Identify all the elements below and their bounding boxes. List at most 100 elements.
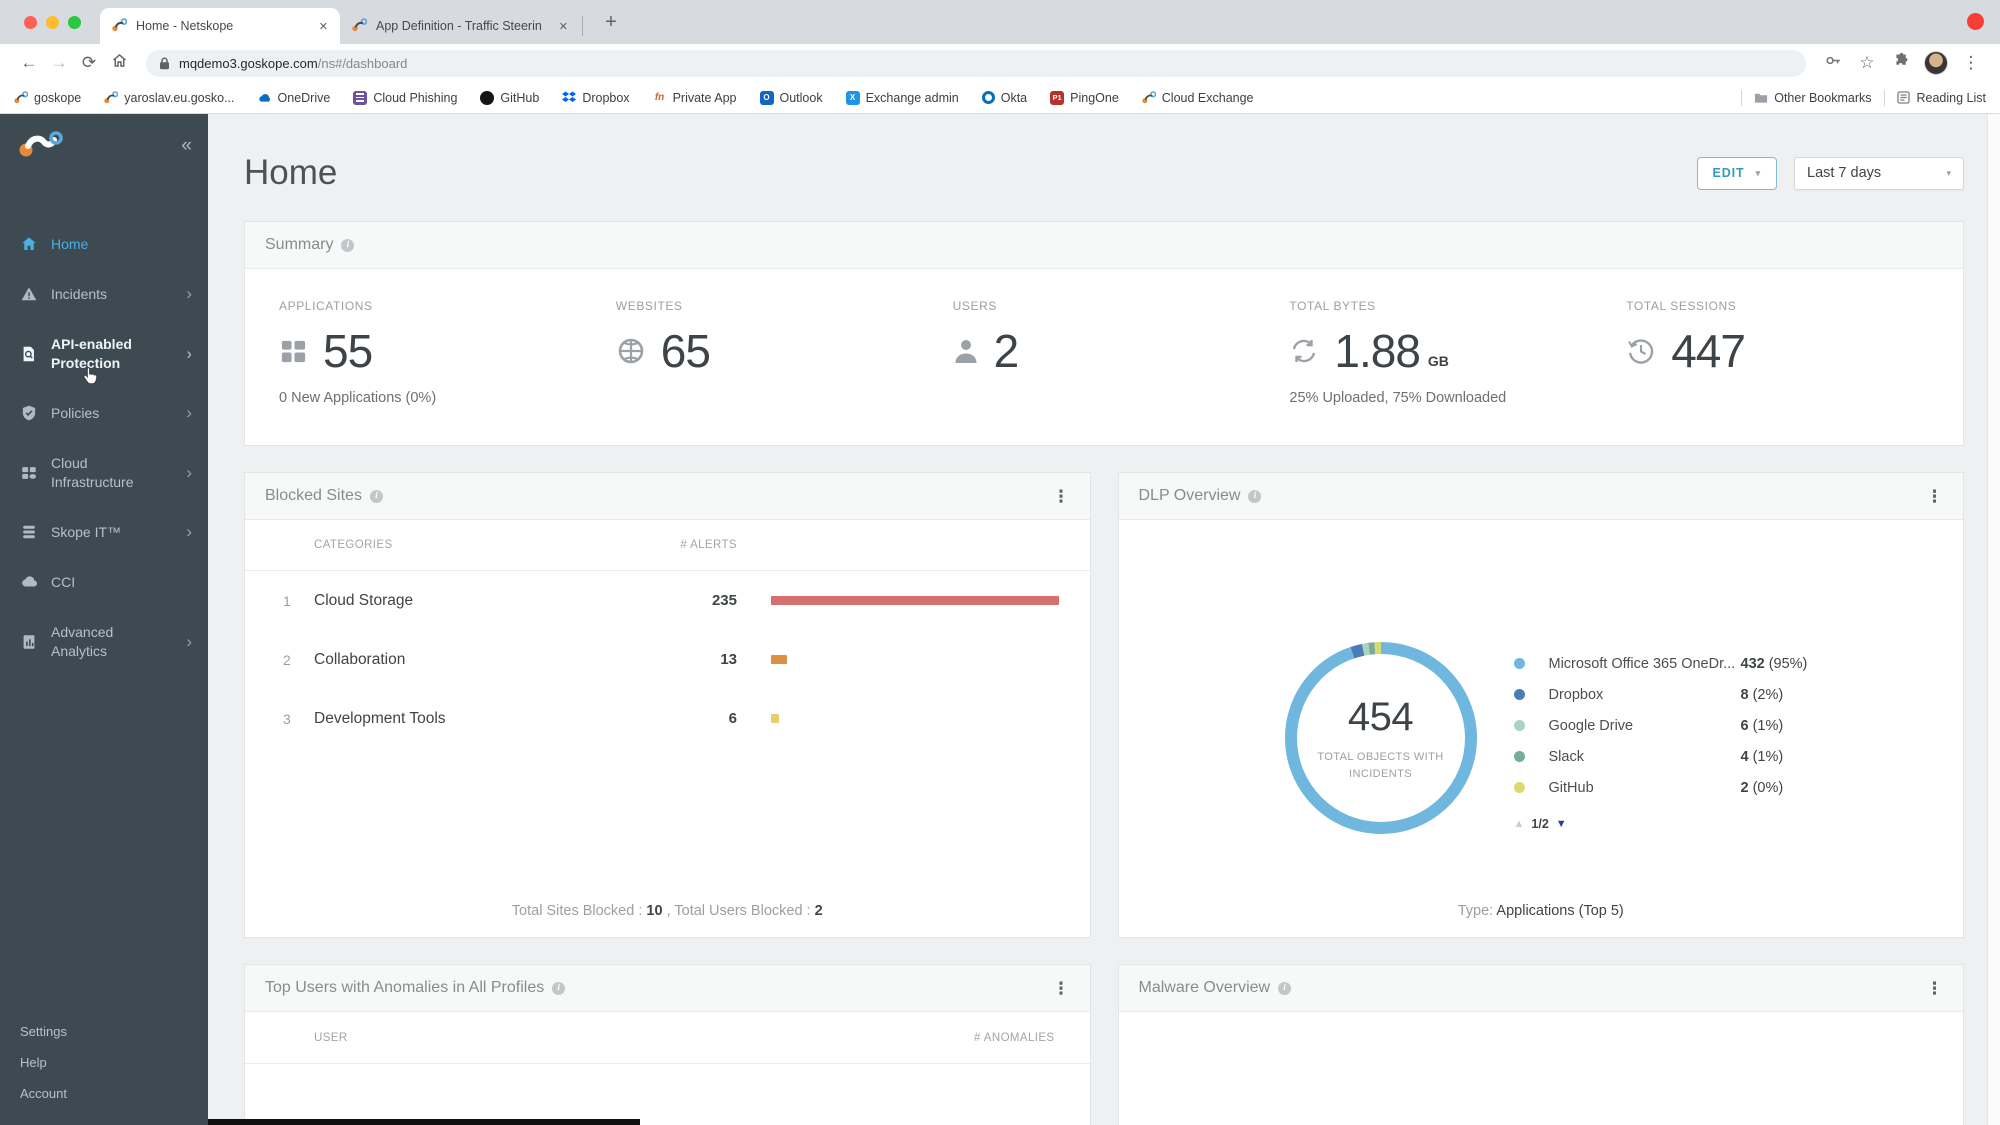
column-anomalies: # ANOMALIES bbox=[974, 1031, 1055, 1044]
browser-tab-home[interactable]: Home - Netskope ✕ bbox=[100, 8, 340, 44]
card-menu-kebab-icon[interactable]: ⋮ bbox=[1053, 980, 1070, 997]
other-bookmarks-label: Other Bookmarks bbox=[1774, 90, 1872, 105]
apps-grid-icon bbox=[279, 337, 308, 366]
sidebar-item-skope-it[interactable]: Skope IT™ › bbox=[0, 507, 208, 557]
bookmark-yaroslav[interactable]: yaroslav.eu.gosko... bbox=[104, 91, 235, 105]
card-menu-kebab-icon[interactable]: ⋮ bbox=[1053, 488, 1070, 505]
alerts-bar bbox=[771, 714, 779, 723]
stat-unit: GB bbox=[1427, 353, 1449, 369]
extensions-puzzle-icon[interactable] bbox=[1886, 52, 1916, 74]
column-alerts: # ALERTS bbox=[680, 539, 737, 551]
home-icon[interactable] bbox=[104, 52, 134, 74]
legend-item[interactable]: Dropbox 8 (2%) bbox=[1513, 679, 1808, 710]
stat-label: APPLICATIONS bbox=[279, 299, 373, 313]
edit-button[interactable]: EDIT ▾ bbox=[1696, 156, 1777, 190]
dlp-donut-chart[interactable]: 454 TOTAL OBJECTS WITH INCIDENTS bbox=[1284, 642, 1477, 834]
scrollbar-gutter[interactable] bbox=[1987, 114, 2000, 1125]
bookmark-star-icon[interactable]: ☆ bbox=[1852, 53, 1882, 73]
sidebar-item-incidents[interactable]: Incidents › bbox=[0, 269, 208, 319]
url-path: /ns#/dashboard bbox=[317, 55, 408, 71]
okta-icon bbox=[981, 91, 995, 104]
other-bookmarks-button[interactable]: Other Bookmarks bbox=[1754, 90, 1872, 105]
legend-item[interactable]: Google Drive 6 (1%) bbox=[1513, 710, 1808, 741]
stat-total-sessions: TOTAL SESSIONS 447 bbox=[1626, 299, 1963, 406]
info-icon[interactable]: i bbox=[341, 238, 355, 252]
bookmark-outlook[interactable]: O Outlook bbox=[759, 90, 823, 105]
legend-count: 2 bbox=[1740, 779, 1749, 796]
netskope-favicon-icon bbox=[352, 17, 368, 35]
sidebar-item-label: API-enabled Protection bbox=[51, 335, 132, 371]
table-row[interactable]: 1 Cloud Storage 235 bbox=[245, 571, 1090, 630]
legend-name: Microsoft Office 365 OneDr... bbox=[1548, 655, 1736, 672]
password-key-icon[interactable] bbox=[1818, 52, 1848, 74]
minimize-window-button[interactable] bbox=[46, 16, 59, 29]
forward-icon[interactable]: → bbox=[44, 53, 74, 73]
user-icon bbox=[953, 337, 979, 365]
back-icon[interactable]: ← bbox=[14, 53, 44, 73]
stat-value: 55 bbox=[323, 325, 373, 377]
outlook-icon: O bbox=[759, 90, 774, 105]
card-menu-kebab-icon[interactable]: ⋮ bbox=[1926, 488, 1943, 505]
summary-card-title: Summary bbox=[265, 236, 334, 253]
info-icon[interactable]: i bbox=[1248, 489, 1262, 503]
anomalies-table-header: USER # ANOMALIES bbox=[245, 1012, 1090, 1064]
new-tab-button[interactable]: + bbox=[597, 8, 625, 36]
card-menu-kebab-icon[interactable]: ⋮ bbox=[1926, 980, 1943, 997]
stat-subtext: 0 New Applications (0%) bbox=[279, 390, 437, 406]
info-icon[interactable]: i bbox=[1278, 981, 1292, 995]
page-down-icon[interactable]: ▼ bbox=[1556, 818, 1567, 830]
browser-tab-app-definition[interactable]: App Definition - Traffic Steerin ✕ bbox=[340, 8, 580, 44]
bookmark-pingone[interactable]: P1 PingOne bbox=[1050, 90, 1119, 105]
page-up-icon[interactable]: ▲ bbox=[1514, 818, 1525, 830]
sidebar-help-link[interactable]: Help bbox=[20, 1047, 208, 1078]
bookmark-okta[interactable]: Okta bbox=[981, 91, 1027, 105]
reload-icon[interactable]: ⟳ bbox=[74, 53, 104, 73]
row-category: Cloud Storage bbox=[314, 591, 414, 609]
anomalies-card-title: Top Users with Anomalies in All Profiles bbox=[265, 979, 545, 996]
sidebar-item-api-enabled-protection[interactable]: API-enabled Protection › bbox=[0, 319, 208, 388]
dlp-footer: Type: Applications (Top 5) bbox=[1119, 903, 1964, 919]
bookmark-private-app[interactable]: fn Private App bbox=[653, 91, 737, 105]
zoom-window-button[interactable] bbox=[68, 16, 81, 29]
bookmark-github[interactable]: GitHub bbox=[480, 90, 540, 105]
sidebar-footer: Settings Help Account bbox=[0, 1016, 208, 1125]
sidebar-collapse-icon[interactable]: « bbox=[181, 135, 192, 157]
netskope-favicon-icon bbox=[14, 91, 28, 105]
sidebar-account-link[interactable]: Account bbox=[20, 1078, 208, 1109]
browser-profile-avatar[interactable] bbox=[1924, 51, 1948, 75]
legend-item[interactable]: Slack 4 (1%) bbox=[1513, 741, 1808, 772]
blocked-sites-title: Blocked Sites bbox=[265, 487, 362, 504]
bookmarks-divider bbox=[1741, 89, 1743, 106]
sidebar-item-cloud-infrastructure[interactable]: Cloud Infrastructure › bbox=[0, 438, 208, 507]
sidebar-item-home[interactable]: Home bbox=[0, 219, 208, 269]
bookmark-onedrive[interactable]: OneDrive bbox=[258, 91, 330, 105]
tab-close-icon[interactable]: ✕ bbox=[559, 20, 568, 33]
address-bar[interactable]: mqdemo3.goskope.com/ns#/dashboard bbox=[146, 49, 1806, 77]
table-row[interactable]: 3 Development Tools 6 bbox=[245, 689, 1090, 748]
info-icon[interactable]: i bbox=[552, 981, 566, 995]
netskope-logo[interactable] bbox=[18, 129, 64, 164]
bookmark-label: GitHub bbox=[500, 90, 540, 105]
bookmark-exchange-admin[interactable]: X Exchange admin bbox=[845, 90, 959, 105]
bookmark-cloud-phishing[interactable]: Cloud Phishing bbox=[353, 90, 457, 105]
date-range-select[interactable]: Last 7 days ▾ bbox=[1794, 156, 1964, 190]
bookmark-cloud-exchange[interactable]: Cloud Exchange bbox=[1142, 91, 1254, 105]
bookmark-dropbox[interactable]: Dropbox bbox=[562, 91, 630, 105]
info-icon[interactable]: i bbox=[369, 489, 383, 503]
bookmark-goskope[interactable]: goskope bbox=[14, 91, 81, 105]
row-rank: 3 bbox=[283, 710, 291, 727]
close-window-button[interactable] bbox=[24, 16, 37, 29]
reading-list-button[interactable]: Reading List bbox=[1897, 91, 1986, 105]
sidebar-item-policies[interactable]: Policies › bbox=[0, 388, 208, 438]
tab-close-icon[interactable]: ✕ bbox=[319, 20, 328, 33]
legend-item[interactable]: GitHub 2 (0%) bbox=[1513, 772, 1808, 803]
sidebar-settings-link[interactable]: Settings bbox=[20, 1016, 208, 1047]
table-row[interactable]: 2 Collaboration 13 bbox=[245, 630, 1090, 689]
sidebar-item-advanced-analytics[interactable]: Advanced Analytics › bbox=[0, 607, 208, 676]
legend-item[interactable]: Microsoft Office 365 OneDr... 432 (95%) bbox=[1513, 648, 1807, 679]
bookmark-label: Exchange admin bbox=[865, 90, 959, 105]
globe-icon bbox=[616, 336, 646, 366]
browser-menu-kebab-icon[interactable]: ⋮ bbox=[1956, 53, 1986, 73]
sidebar-item-label: CCI bbox=[51, 573, 76, 590]
sidebar-item-cci[interactable]: CCI bbox=[0, 557, 208, 607]
